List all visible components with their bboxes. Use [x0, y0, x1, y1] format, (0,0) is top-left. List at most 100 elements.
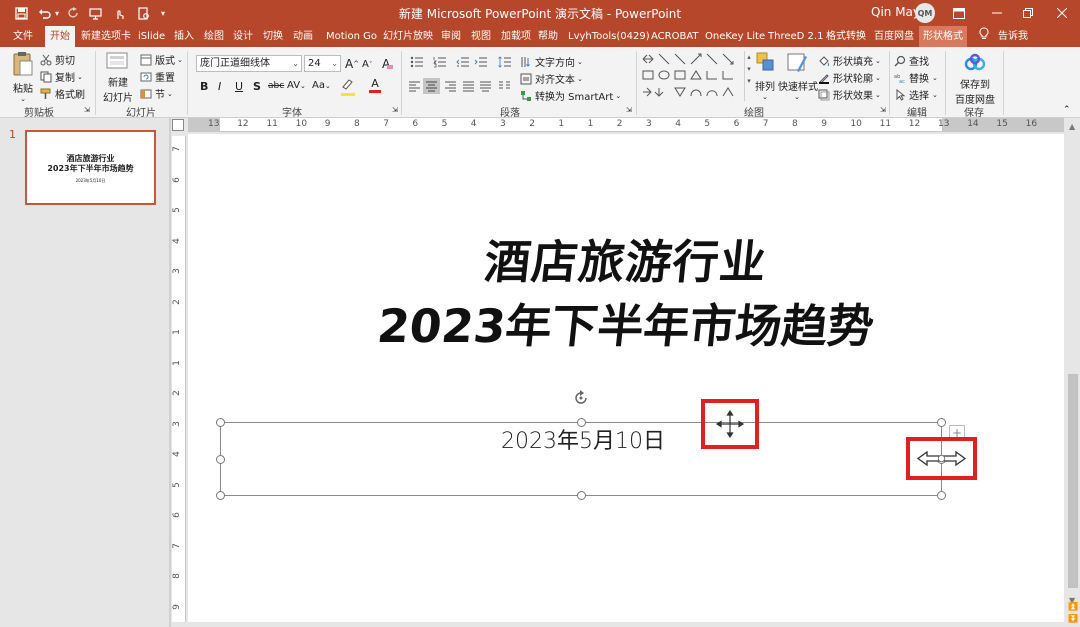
minimize-icon[interactable]	[985, 3, 1009, 23]
character-spacing-button[interactable]: AV ⌄	[287, 80, 306, 91]
user-name[interactable]: Qin May	[871, 5, 920, 19]
ruler-tab-selector[interactable]	[172, 119, 184, 131]
change-case-button[interactable]: Aa ⌄	[312, 80, 331, 91]
new-slide-button[interactable]: 新建 幻灯片	[100, 51, 136, 104]
touch-mode-icon[interactable]	[110, 4, 128, 22]
font-name-select[interactable]: 庞门正道细线体 ⌄	[196, 55, 302, 72]
reset-button[interactable]: 重置	[140, 69, 175, 84]
tab-new-tab[interactable]: 新建选项卡	[81, 26, 131, 47]
vertical-scrollbar[interactable]: ▲ ▼ ⏫ ⏬	[1066, 118, 1080, 627]
tab-format-convert[interactable]: 格式转换	[826, 26, 866, 47]
tab-design[interactable]: 设计	[233, 26, 253, 47]
slide-title-line-1[interactable]: 酒店旅游行业	[185, 226, 1068, 292]
presenter-icon[interactable]	[86, 4, 104, 22]
increase-indent-button[interactable]	[474, 56, 488, 68]
clear-formatting-button[interactable]: A	[382, 57, 394, 71]
grow-font-button[interactable]: A ^	[345, 57, 359, 71]
undo-icon[interactable]	[35, 4, 53, 22]
save-icon[interactable]	[12, 4, 30, 22]
select-button[interactable]: 选择 ⌄	[894, 87, 938, 102]
rotate-handle-icon[interactable]	[572, 389, 590, 407]
shrink-font-button[interactable]: Aˇ	[362, 59, 372, 70]
close-icon[interactable]	[1050, 3, 1074, 23]
shape-effects-button[interactable]: 形状效果 ⌄	[818, 87, 881, 102]
resize-handle-bottom[interactable]	[577, 491, 586, 500]
avatar[interactable]: QM	[915, 3, 935, 23]
align-text-button[interactable]: 对齐文本 ⌄	[520, 71, 583, 86]
scroll-up-icon[interactable]: ▲	[1069, 122, 1075, 131]
tab-slideshow[interactable]: 幻灯片放映	[383, 26, 433, 47]
align-center-button[interactable]	[423, 78, 440, 94]
clipboard-launcher-icon[interactable]: ⇲	[84, 106, 90, 114]
restore-icon[interactable]	[1016, 3, 1040, 23]
distributed-button[interactable]	[479, 80, 492, 92]
smartart-button[interactable]: 转换为 SmartArt ⌄	[520, 88, 621, 103]
shapes-gallery[interactable]	[640, 51, 744, 101]
drawing-launcher-icon[interactable]: ⇲	[880, 106, 886, 114]
tell-me-search[interactable]: 告诉我	[998, 26, 1028, 47]
slide-title-line-2[interactable]: 2023年下半年市场趋势	[185, 290, 1068, 356]
align-left-button[interactable]	[408, 80, 421, 92]
tab-review[interactable]: 审阅	[441, 26, 461, 47]
next-slide-icon[interactable]: ⏬	[1068, 614, 1078, 623]
tab-motion-go[interactable]: Motion Go	[326, 26, 377, 47]
tab-insert[interactable]: 插入	[174, 26, 194, 47]
tab-baidu-netdisk[interactable]: 百度网盘	[874, 26, 914, 47]
tab-threed[interactable]: ThreeD 2.1	[768, 26, 823, 47]
paste-dropdown-icon[interactable]: ⌄	[10, 95, 36, 103]
panel-splitter[interactable]	[169, 118, 171, 627]
resize-handle-left[interactable]	[216, 455, 225, 464]
font-size-select[interactable]: 24 ⌄	[304, 55, 341, 72]
undo-dropdown-icon[interactable]: ▾	[53, 4, 61, 22]
highlight-color-button[interactable]	[341, 78, 355, 96]
horizontal-ruler[interactable]: 13 12 11 10 9 8 7 6 5 4 3 2 1 1 2 3 4 5 6 7 8 9 10 11 12 13 14 15 16	[188, 118, 1064, 132]
resize-handle-top[interactable]	[577, 418, 586, 427]
tab-animations[interactable]: 动画	[293, 26, 313, 47]
tab-lvyhtools[interactable]: LvyhTools(0429)	[568, 26, 650, 47]
cut-button[interactable]: 剪切	[40, 52, 75, 67]
chevron-down-icon[interactable]: ▾	[158, 4, 168, 22]
shape-outline-button[interactable]: 形状轮廓 ⌄	[818, 70, 881, 85]
find-button[interactable]: 查找	[894, 53, 929, 68]
tab-transitions[interactable]: 切换	[263, 26, 283, 47]
copy-dropdown-icon[interactable]: ⌄	[77, 73, 83, 81]
tab-help[interactable]: 帮助	[538, 26, 558, 47]
tab-acrobat[interactable]: ACROBAT	[651, 26, 699, 47]
tab-addins[interactable]: 加载项	[501, 26, 531, 47]
decrease-indent-button[interactable]	[456, 56, 470, 68]
italic-button[interactable]: I	[218, 80, 221, 93]
align-right-button[interactable]	[444, 80, 457, 92]
tab-home[interactable]: 开始	[45, 26, 75, 47]
tab-onekey-lite[interactable]: OneKey Lite	[705, 26, 765, 47]
tab-file[interactable]: 文件	[13, 26, 33, 47]
justify-button[interactable]	[462, 80, 475, 92]
slide-thumbnail[interactable]: 酒店旅游行业 2023年下半年市场趋势 2023年5月10日	[25, 130, 156, 205]
numbering-button[interactable]	[433, 56, 447, 68]
font-color-button[interactable]: A	[369, 78, 381, 93]
tab-view[interactable]: 视图	[471, 26, 491, 47]
layout-button[interactable]: 版式 ⌄	[140, 52, 183, 67]
redo-icon[interactable]	[64, 4, 82, 22]
print-preview-icon[interactable]	[134, 4, 152, 22]
resize-handle-bottom-left[interactable]	[216, 491, 225, 500]
resize-handle-bottom-right[interactable]	[937, 491, 946, 500]
line-spacing-button[interactable]	[498, 56, 512, 68]
resize-handle-top-right[interactable]	[937, 418, 946, 427]
font-launcher-icon[interactable]: ⇲	[392, 106, 398, 114]
columns-button[interactable]	[498, 80, 511, 92]
save-to-baidu-button[interactable]: 保存到 百度网盘	[952, 53, 998, 106]
shape-fill-button[interactable]: 形状填充 ⌄	[818, 53, 881, 68]
section-button[interactable]: 节 ⌄	[140, 86, 173, 101]
tab-islide[interactable]: iSlide	[138, 26, 165, 47]
paragraph-launcher-icon[interactable]: ⇲	[626, 106, 632, 114]
underline-button[interactable]: U	[235, 80, 243, 93]
quick-styles-button[interactable]: 快速样式 ⌄	[778, 51, 818, 101]
lightbulb-icon[interactable]	[979, 26, 989, 47]
slide-canvas[interactable]: 酒店旅游行业 2023年下半年市场趋势 2023年5月10日 +	[188, 134, 1064, 622]
copy-button[interactable]: 复制 ⌄	[40, 69, 83, 84]
bold-button[interactable]: B	[200, 80, 208, 93]
tab-shape-format[interactable]: 形状格式	[919, 26, 967, 47]
arrange-button[interactable]: 排列 ⌄	[752, 51, 778, 101]
subtitle-date[interactable]: 2023年5月10日	[220, 423, 946, 455]
text-shadow-button[interactable]: S	[253, 80, 261, 93]
